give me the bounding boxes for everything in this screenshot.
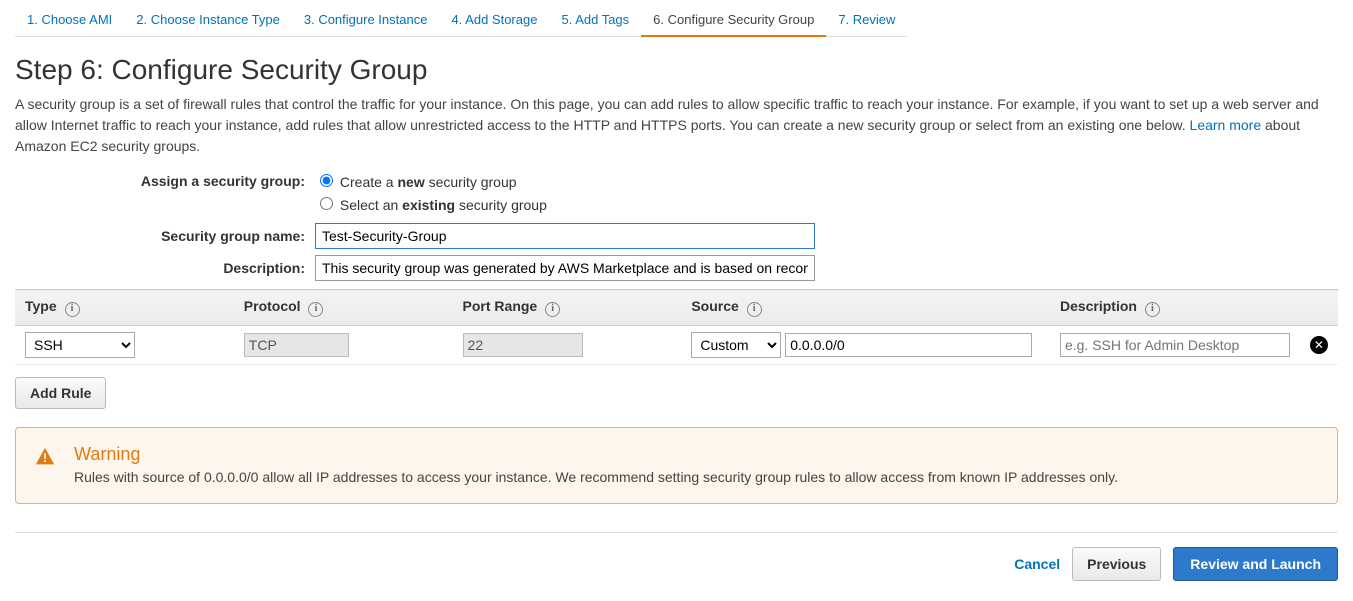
rule-port-input bbox=[463, 333, 583, 357]
tab-choose-ami[interactable]: 1. Choose AMI bbox=[15, 4, 124, 37]
radio-create-pre: Create a bbox=[340, 174, 398, 190]
wizard-tabs: 1. Choose AMI 2. Choose Instance Type 3.… bbox=[15, 4, 1338, 38]
cancel-link[interactable]: Cancel bbox=[1014, 556, 1060, 572]
previous-button[interactable]: Previous bbox=[1072, 547, 1161, 581]
info-icon[interactable]: i bbox=[545, 302, 560, 317]
col-source: Source bbox=[691, 298, 738, 314]
radio-create-new-label: Create a new security group bbox=[340, 174, 517, 190]
rule-source-select[interactable]: Custom bbox=[691, 332, 781, 358]
info-icon[interactable]: i bbox=[308, 302, 323, 317]
rule-desc-input[interactable] bbox=[1060, 333, 1290, 357]
col-protocol: Protocol bbox=[244, 298, 301, 314]
rules-table: Type i Protocol i Port Range i Source i … bbox=[15, 289, 1338, 365]
col-description: Description bbox=[1060, 298, 1137, 314]
warning-icon bbox=[34, 446, 56, 485]
table-row: SSH Custom ✕ bbox=[15, 325, 1338, 364]
page-title: Step 6: Configure Security Group bbox=[15, 54, 1338, 86]
learn-more-link[interactable]: Learn more bbox=[1190, 117, 1262, 133]
sg-name-input[interactable] bbox=[315, 223, 815, 249]
radio-select-existing[interactable] bbox=[320, 197, 333, 210]
sg-desc-label: Description: bbox=[15, 260, 315, 276]
tab-review[interactable]: 7. Review bbox=[826, 4, 907, 37]
footer-bar: Cancel Previous Review and Launch bbox=[15, 532, 1338, 581]
radio-select-existing-label: Select an existing security group bbox=[340, 197, 547, 213]
intro-part-1: A security group is a set of firewall ru… bbox=[15, 96, 1319, 133]
warning-title: Warning bbox=[74, 444, 1118, 465]
rule-protocol-input bbox=[244, 333, 349, 357]
review-and-launch-button[interactable]: Review and Launch bbox=[1173, 547, 1338, 581]
tab-add-tags[interactable]: 5. Add Tags bbox=[549, 4, 641, 37]
info-icon[interactable]: i bbox=[65, 302, 80, 317]
remove-rule-icon[interactable]: ✕ bbox=[1310, 336, 1328, 354]
tab-configure-instance[interactable]: 3. Configure Instance bbox=[292, 4, 440, 37]
sg-desc-input[interactable] bbox=[315, 255, 815, 281]
sg-name-label: Security group name: bbox=[15, 228, 315, 244]
tab-configure-security-group[interactable]: 6. Configure Security Group bbox=[641, 4, 826, 37]
radio-select-pre: Select an bbox=[340, 197, 402, 213]
col-port: Port Range bbox=[463, 298, 538, 314]
radio-select-post: security group bbox=[455, 197, 547, 213]
tab-choose-instance-type[interactable]: 2. Choose Instance Type bbox=[124, 4, 292, 37]
add-rule-button[interactable]: Add Rule bbox=[15, 377, 106, 409]
radio-create-bold: new bbox=[397, 174, 424, 190]
rule-cidr-input[interactable] bbox=[785, 333, 1032, 357]
intro-text: A security group is a set of firewall ru… bbox=[15, 94, 1338, 157]
radio-create-new[interactable] bbox=[320, 174, 333, 187]
info-icon[interactable]: i bbox=[1145, 302, 1160, 317]
warning-box: Warning Rules with source of 0.0.0.0/0 a… bbox=[15, 427, 1338, 504]
col-type: Type bbox=[25, 298, 57, 314]
warning-text: Rules with source of 0.0.0.0/0 allow all… bbox=[74, 469, 1118, 485]
info-icon[interactable]: i bbox=[747, 302, 762, 317]
tab-add-storage[interactable]: 4. Add Storage bbox=[439, 4, 549, 37]
radio-create-post: security group bbox=[425, 174, 517, 190]
radio-select-bold: existing bbox=[402, 197, 455, 213]
rule-type-select[interactable]: SSH bbox=[25, 332, 135, 358]
assign-sg-label: Assign a security group: bbox=[15, 173, 315, 189]
